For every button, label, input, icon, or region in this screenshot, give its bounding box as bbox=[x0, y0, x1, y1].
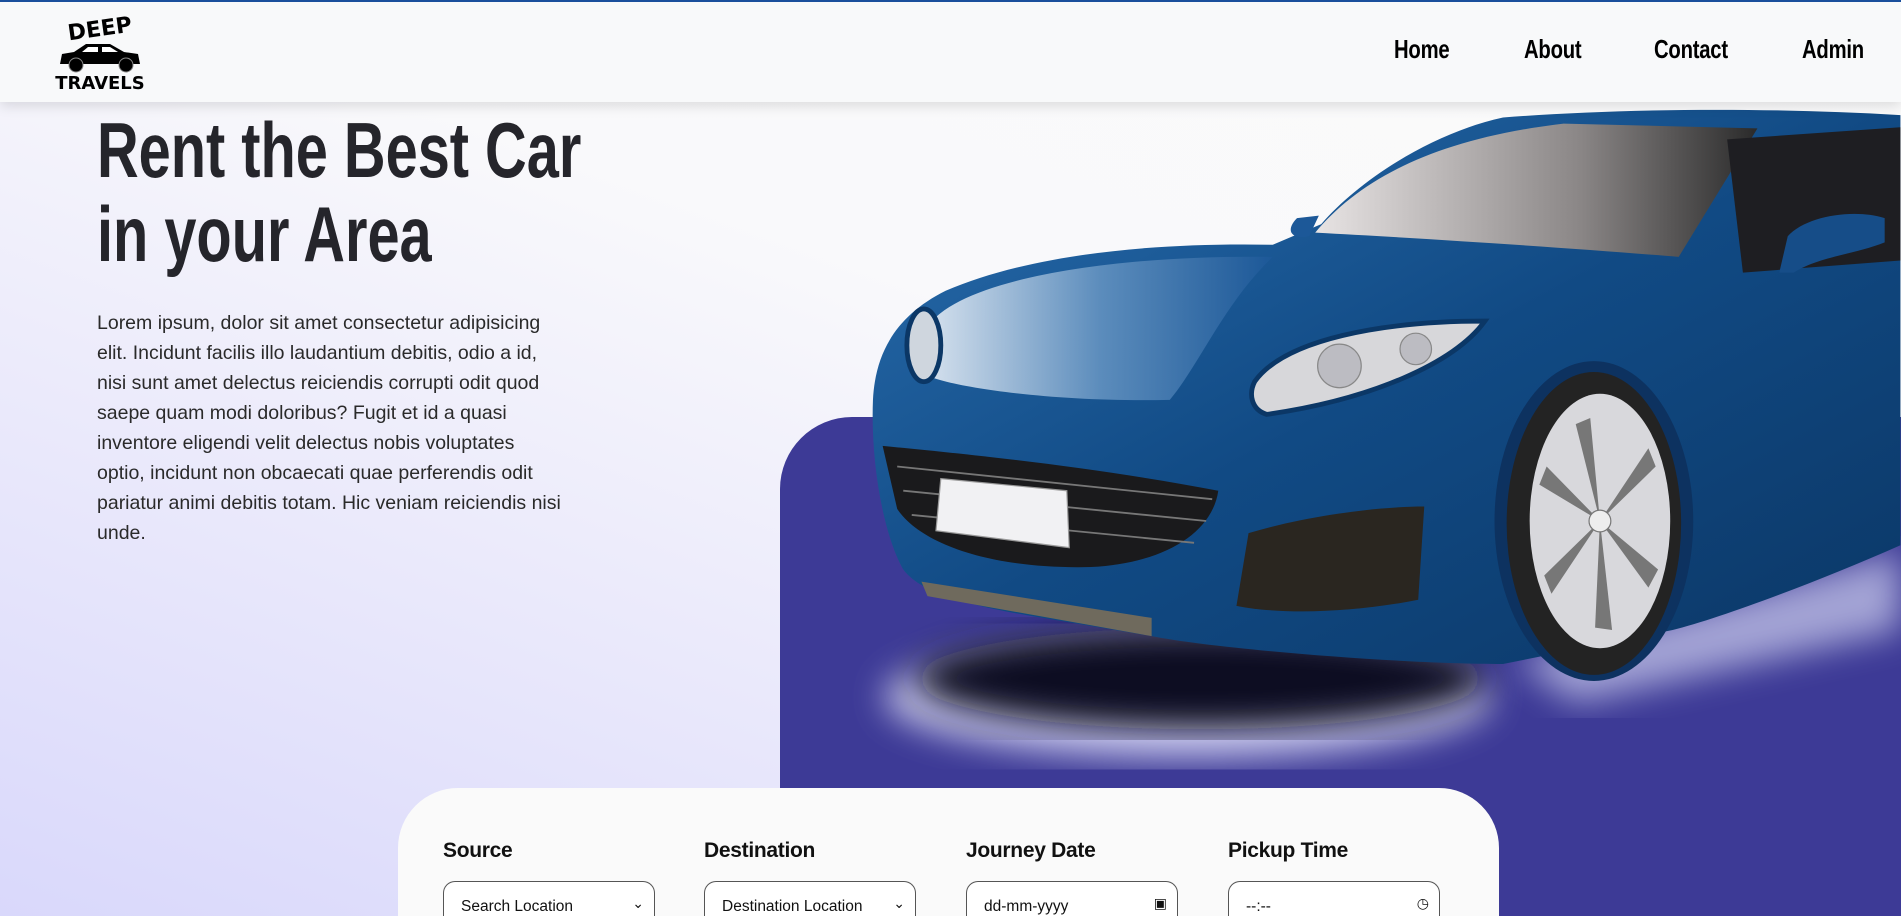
hero-description: Lorem ipsum, dolor sit amet consectetur … bbox=[97, 312, 561, 544]
time-placeholder: --:-- bbox=[1246, 898, 1271, 915]
journey-date-label: Journey Date bbox=[966, 839, 1096, 862]
source-field: Source Search Location ⌄ bbox=[443, 838, 655, 916]
destination-label: Destination bbox=[704, 839, 816, 862]
journey-date-field: Journey Date dd-mm-yyyy ▣ bbox=[966, 838, 1178, 916]
deep-travels-logo[interactable]: DEEP TRAVELS bbox=[46, 10, 154, 92]
destination-value: Destination Location bbox=[722, 898, 863, 915]
hero-title-line2: in your Area bbox=[97, 190, 432, 278]
hero-title-line1: Rent the Best Car bbox=[97, 106, 582, 194]
source-label: Source bbox=[443, 839, 513, 862]
pickup-time-label: Pickup Time bbox=[1228, 839, 1349, 862]
navbar: DEEP TRAVELS Home About Contact Admin bbox=[0, 0, 1901, 102]
source-select[interactable]: Search Location ⌄ bbox=[443, 881, 655, 916]
chevron-down-icon: ⌄ bbox=[893, 895, 905, 911]
journey-date-input[interactable]: dd-mm-yyyy ▣ bbox=[966, 881, 1178, 916]
calendar-icon[interactable]: ▣ bbox=[1154, 894, 1167, 912]
nav-home[interactable]: Home bbox=[1394, 34, 1450, 65]
destination-field: Destination Destination Location ⌄ bbox=[704, 838, 916, 916]
svg-text:DEEP: DEEP bbox=[66, 13, 133, 47]
source-value: Search Location bbox=[461, 898, 574, 915]
destination-select[interactable]: Destination Location ⌄ bbox=[704, 881, 916, 916]
nav-contact[interactable]: Contact bbox=[1654, 34, 1728, 65]
chevron-down-icon: ⌄ bbox=[632, 895, 644, 911]
nav-admin[interactable]: Admin bbox=[1802, 34, 1864, 65]
nav-about[interactable]: About bbox=[1524, 34, 1582, 65]
svg-text:TRAVELS: TRAVELS bbox=[55, 73, 145, 92]
pickup-time-input[interactable]: --:-- ◷ bbox=[1228, 881, 1440, 916]
clock-icon[interactable]: ◷ bbox=[1417, 894, 1429, 912]
date-placeholder: dd-mm-yyyy bbox=[984, 898, 1069, 915]
booking-form: Source Search Location ⌄ Destination Dest… bbox=[398, 788, 1499, 916]
hero-title: Rent the Best Car in your Area bbox=[97, 108, 581, 276]
top-accent-line bbox=[0, 0, 1901, 2]
pickup-time-field: Pickup Time --:-- ◷ bbox=[1228, 838, 1440, 916]
